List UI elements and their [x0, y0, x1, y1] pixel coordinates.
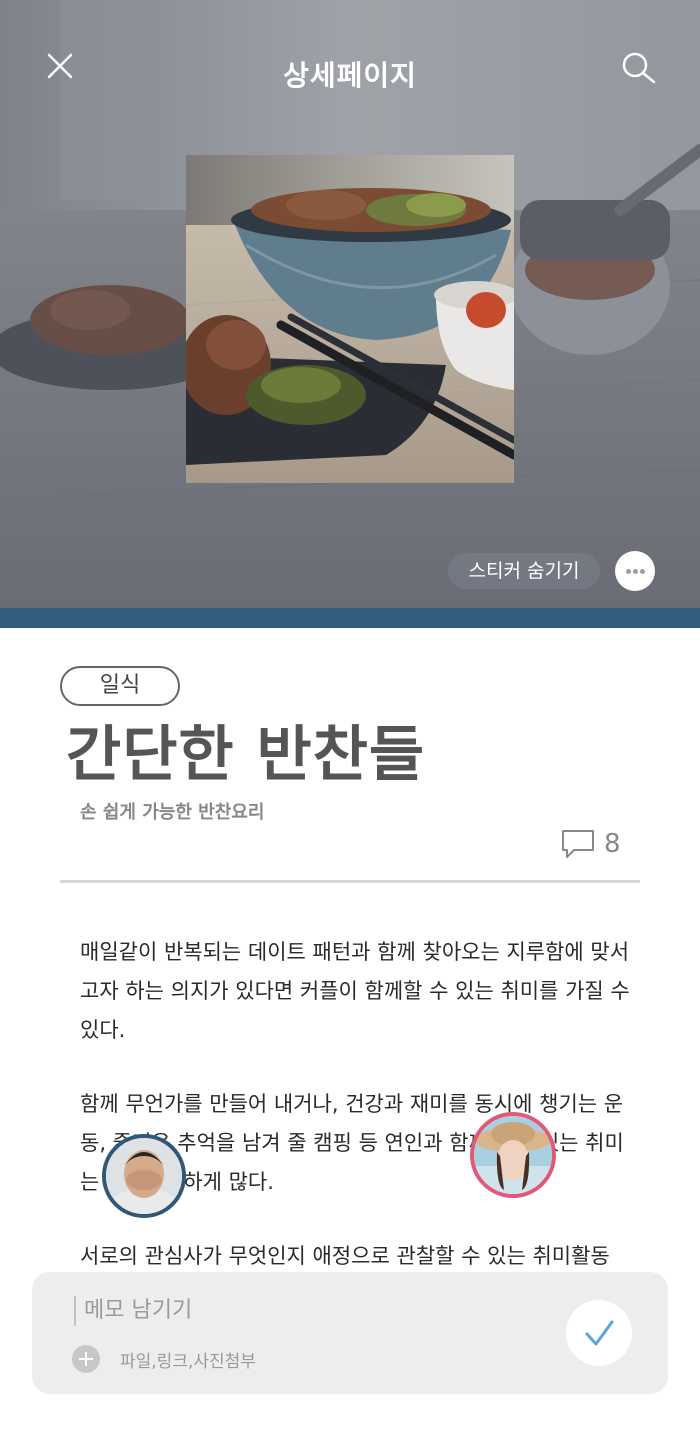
input-caret [74, 1296, 76, 1326]
more-dots-icon [626, 569, 631, 574]
content-divider [60, 880, 640, 883]
top-bar: 상세페이지 [0, 40, 700, 100]
search-button[interactable] [618, 48, 658, 88]
post-body: 매일같이 반복되는 데이트 패턴과 함께 찾아오는 지루함에 맞서고자 하는 의… [80, 933, 640, 1311]
more-options-button[interactable] [615, 551, 655, 591]
avatar[interactable] [102, 1134, 186, 1218]
check-icon [585, 1320, 614, 1346]
post-subtitle: 손 쉽게 가능한 반찬요리 [80, 802, 265, 823]
post-title: 간단한 반찬들 [66, 720, 426, 790]
comments-button[interactable]: 8 [560, 826, 621, 862]
attach-button[interactable]: 파일,링크,사진첨부 [72, 1344, 256, 1374]
avatar[interactable] [470, 1112, 556, 1198]
page-title: 상세페이지 [283, 59, 417, 92]
avatar-photo [474, 1116, 552, 1194]
search-icon [622, 52, 656, 84]
plus-circle-icon [72, 1345, 100, 1373]
attach-label: 파일,링크,사진첨부 [120, 1351, 256, 1372]
category-tag[interactable]: 일식 [60, 666, 180, 706]
avatar-photo [106, 1138, 182, 1214]
hero-accent-bar [0, 608, 700, 628]
comment-count: 8 [604, 829, 621, 859]
submit-memo-button[interactable] [566, 1300, 632, 1366]
body-paragraph: 서로의 관심사가 무엇인지 애정으로 관찰할 수 있는 취미활동 [80, 1244, 610, 1268]
speech-bubble-icon [562, 830, 594, 858]
memo-composer: 파일,링크,사진첨부 [32, 1272, 668, 1394]
hide-stickers-button[interactable]: 스티커 숨기기 [448, 553, 600, 589]
body-paragraph: 매일같이 반복되는 데이트 패턴과 함께 찾아오는 지루함에 맞서고자 하는 의… [80, 940, 630, 1042]
memo-input[interactable] [84, 1292, 524, 1328]
food-photo [186, 155, 514, 483]
hero-section: 상세페이지 스티커 숨기기 [0, 0, 700, 610]
